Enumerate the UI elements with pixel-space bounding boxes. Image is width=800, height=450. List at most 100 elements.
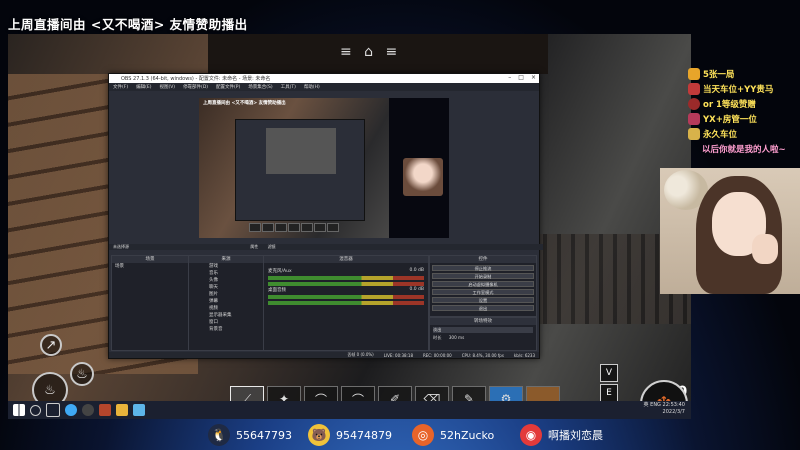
close-icon[interactable]: ×: [531, 74, 536, 81]
task-view-icon[interactable]: [46, 403, 60, 417]
chat-text: YX+房管一位: [703, 114, 757, 125]
source-item[interactable]: 窗口: [189, 319, 263, 326]
chat-line: 永久车位: [688, 126, 800, 141]
sources-header: 来源: [189, 256, 263, 263]
volume-meter: [268, 301, 424, 305]
qq-icon: 🐧: [208, 424, 230, 446]
contact-yy: 🐻 95474879: [308, 424, 392, 446]
menu-tools[interactable]: 工具(T): [281, 84, 296, 90]
exit-button[interactable]: 退出: [432, 305, 534, 311]
menu-help[interactable]: 帮助(H): [304, 84, 320, 90]
mixer-track[interactable]: 麦克风/Aux 0.0 dB: [268, 268, 424, 286]
chat-text: 当天车位+YY贵马: [703, 84, 774, 95]
chat-line: YX+房管一位: [688, 111, 800, 126]
key-hint: E: [600, 384, 618, 402]
key-hint: V: [600, 364, 618, 382]
menu-view[interactable]: 视图(V): [159, 84, 175, 90]
transitions-panel: 转场特效 淡出 时长 300 ms: [429, 317, 537, 351]
preview-nested-obs: [235, 119, 365, 221]
volume-meter: [268, 295, 424, 299]
obs-source-bar: 未选择源 属性 滤镜: [109, 244, 543, 250]
minimize-icon[interactable]: –: [508, 74, 511, 81]
studio-mode-button[interactable]: 工作室模式: [432, 289, 534, 295]
chat-text: 以后你就是我的人啦~: [702, 144, 786, 155]
settings-button[interactable]: 设置: [432, 297, 534, 303]
source-item[interactable]: 视频: [189, 305, 263, 312]
clock-time: 22:53:40: [662, 402, 685, 408]
obs-window-title: OBS 27.1.3 (64-bit, windows) - 配置文件: 未命名…: [121, 76, 271, 82]
virtual-camera-button[interactable]: 启动虚拟摄像机: [432, 281, 534, 287]
duration-field[interactable]: 300 ms: [449, 335, 465, 340]
stop-streaming-button[interactable]: 停止推流: [432, 265, 534, 271]
webcam-hand: [752, 234, 778, 264]
menu-docks[interactable]: 停靠部件(D): [183, 84, 208, 90]
duration-label: 时长: [433, 335, 442, 340]
keyboard-layout[interactable]: ENG: [650, 402, 661, 408]
preview-hotbar: [249, 223, 339, 232]
perk-top-icon: ↗: [40, 334, 62, 356]
source-item[interactable]: 头像: [189, 277, 263, 284]
dropped-frames: 丢帧 0 (0.0%): [347, 352, 374, 357]
app-taskbar-icon[interactable]: [133, 404, 145, 416]
chat-text: 永久车位: [703, 129, 738, 140]
chat-line: or 1等级赞赠: [688, 96, 800, 111]
menu-file[interactable]: 文件(F): [113, 84, 128, 90]
contact-label: 55647793: [236, 428, 292, 442]
cpu-usage: CPU: 8.4%, 30.00 fps: [461, 352, 504, 358]
contact-douyu: ◎ 52hZucko: [412, 424, 494, 446]
system-tray[interactable]: 英 ENG 22:53:40 2022/3/7: [644, 402, 685, 416]
menu-scene-collection[interactable]: 场景集合(S): [248, 84, 272, 90]
track-name: 桌面音频: [268, 288, 286, 293]
mixer-track[interactable]: 桌面音频 0.0 dB: [268, 287, 424, 305]
mixer-panel: 混音器 麦克风/Aux 0.0 dB 桌面音频 0.0 dB: [263, 255, 429, 351]
stream-banner: 上周直播间由 <又不喝酒> 友情赞助播出: [8, 17, 248, 32]
chat-text: 5张一局: [703, 69, 735, 80]
scenes-header: 场景: [112, 256, 188, 263]
streamer-webcam: [660, 168, 800, 294]
survivor-hud: ↗ ♨ ♨: [32, 334, 102, 408]
transitions-header: 转场特效: [430, 318, 536, 325]
badge-icon: [688, 82, 700, 95]
game-taskbar-icon[interactable]: [99, 404, 111, 416]
source-item[interactable]: 音乐: [189, 270, 263, 277]
sources-panel: 来源 游戏 音乐 头像 聊天 图片 弹幕 视频 显示器采集 窗口 背景音: [188, 255, 264, 351]
windows-start-icon[interactable]: [13, 404, 25, 416]
chat-line: 当天车位+YY贵马: [688, 81, 800, 96]
track-level: 0.0 dB: [409, 268, 424, 273]
source-item[interactable]: 显示器采集: [189, 312, 263, 319]
contact-weibo: ◉ 啊播刘恋晨: [520, 424, 603, 446]
badge-icon: [688, 97, 700, 110]
browser-icon[interactable]: [65, 404, 77, 416]
menu-edit[interactable]: 编辑(E): [136, 84, 151, 90]
start-recording-button[interactable]: 开始录制: [432, 273, 534, 279]
source-item[interactable]: 弹幕: [189, 298, 263, 305]
obs-titlebar[interactable]: OBS 27.1.3 (64-bit, windows) - 配置文件: 未命名…: [109, 74, 539, 83]
windows-taskbar: 英 ENG 22:53:40 2022/3/7: [8, 401, 691, 419]
filters-button[interactable]: 滤镜: [268, 244, 276, 249]
obs-window[interactable]: OBS 27.1.3 (64-bit, windows) - 配置文件: 未命名…: [108, 73, 543, 359]
contact-qq: 🐧 55647793: [208, 424, 292, 446]
weibo-icon: ◉: [520, 424, 542, 446]
explorer-icon[interactable]: [116, 404, 128, 416]
obs-preview[interactable]: 上周直播间由 <又不喝酒> 友情赞助播出: [199, 98, 449, 238]
chat-line: 5张一局: [688, 66, 800, 81]
source-item[interactable]: 背景音: [189, 326, 263, 333]
obs-taskbar-icon[interactable]: [82, 404, 94, 416]
scene-item[interactable]: 场景: [112, 263, 188, 270]
menu-profile[interactable]: 配置文件(P): [216, 84, 240, 90]
properties-button[interactable]: 属性: [250, 244, 258, 249]
contact-bar: 🐧 55647793 🐻 95474879 ◎ 52hZucko ◉ 啊播刘恋晨: [0, 420, 800, 450]
no-source-label: 未选择源: [113, 244, 129, 249]
scenes-panel: 场景 场景: [111, 255, 189, 351]
source-item[interactable]: 聊天: [189, 284, 263, 291]
maximize-icon[interactable]: □: [518, 74, 524, 81]
ime-indicator[interactable]: 英: [644, 402, 649, 408]
source-item[interactable]: 游戏: [189, 263, 263, 270]
preview-nested-capture: [266, 128, 336, 174]
bitrate: kb/s: 6233: [513, 352, 535, 358]
yy-icon: 🐻: [308, 424, 330, 446]
transition-select[interactable]: 淡出: [433, 327, 533, 333]
search-icon[interactable]: [30, 404, 41, 416]
controls-header: 控件: [430, 256, 536, 263]
source-item[interactable]: 图片: [189, 291, 263, 298]
